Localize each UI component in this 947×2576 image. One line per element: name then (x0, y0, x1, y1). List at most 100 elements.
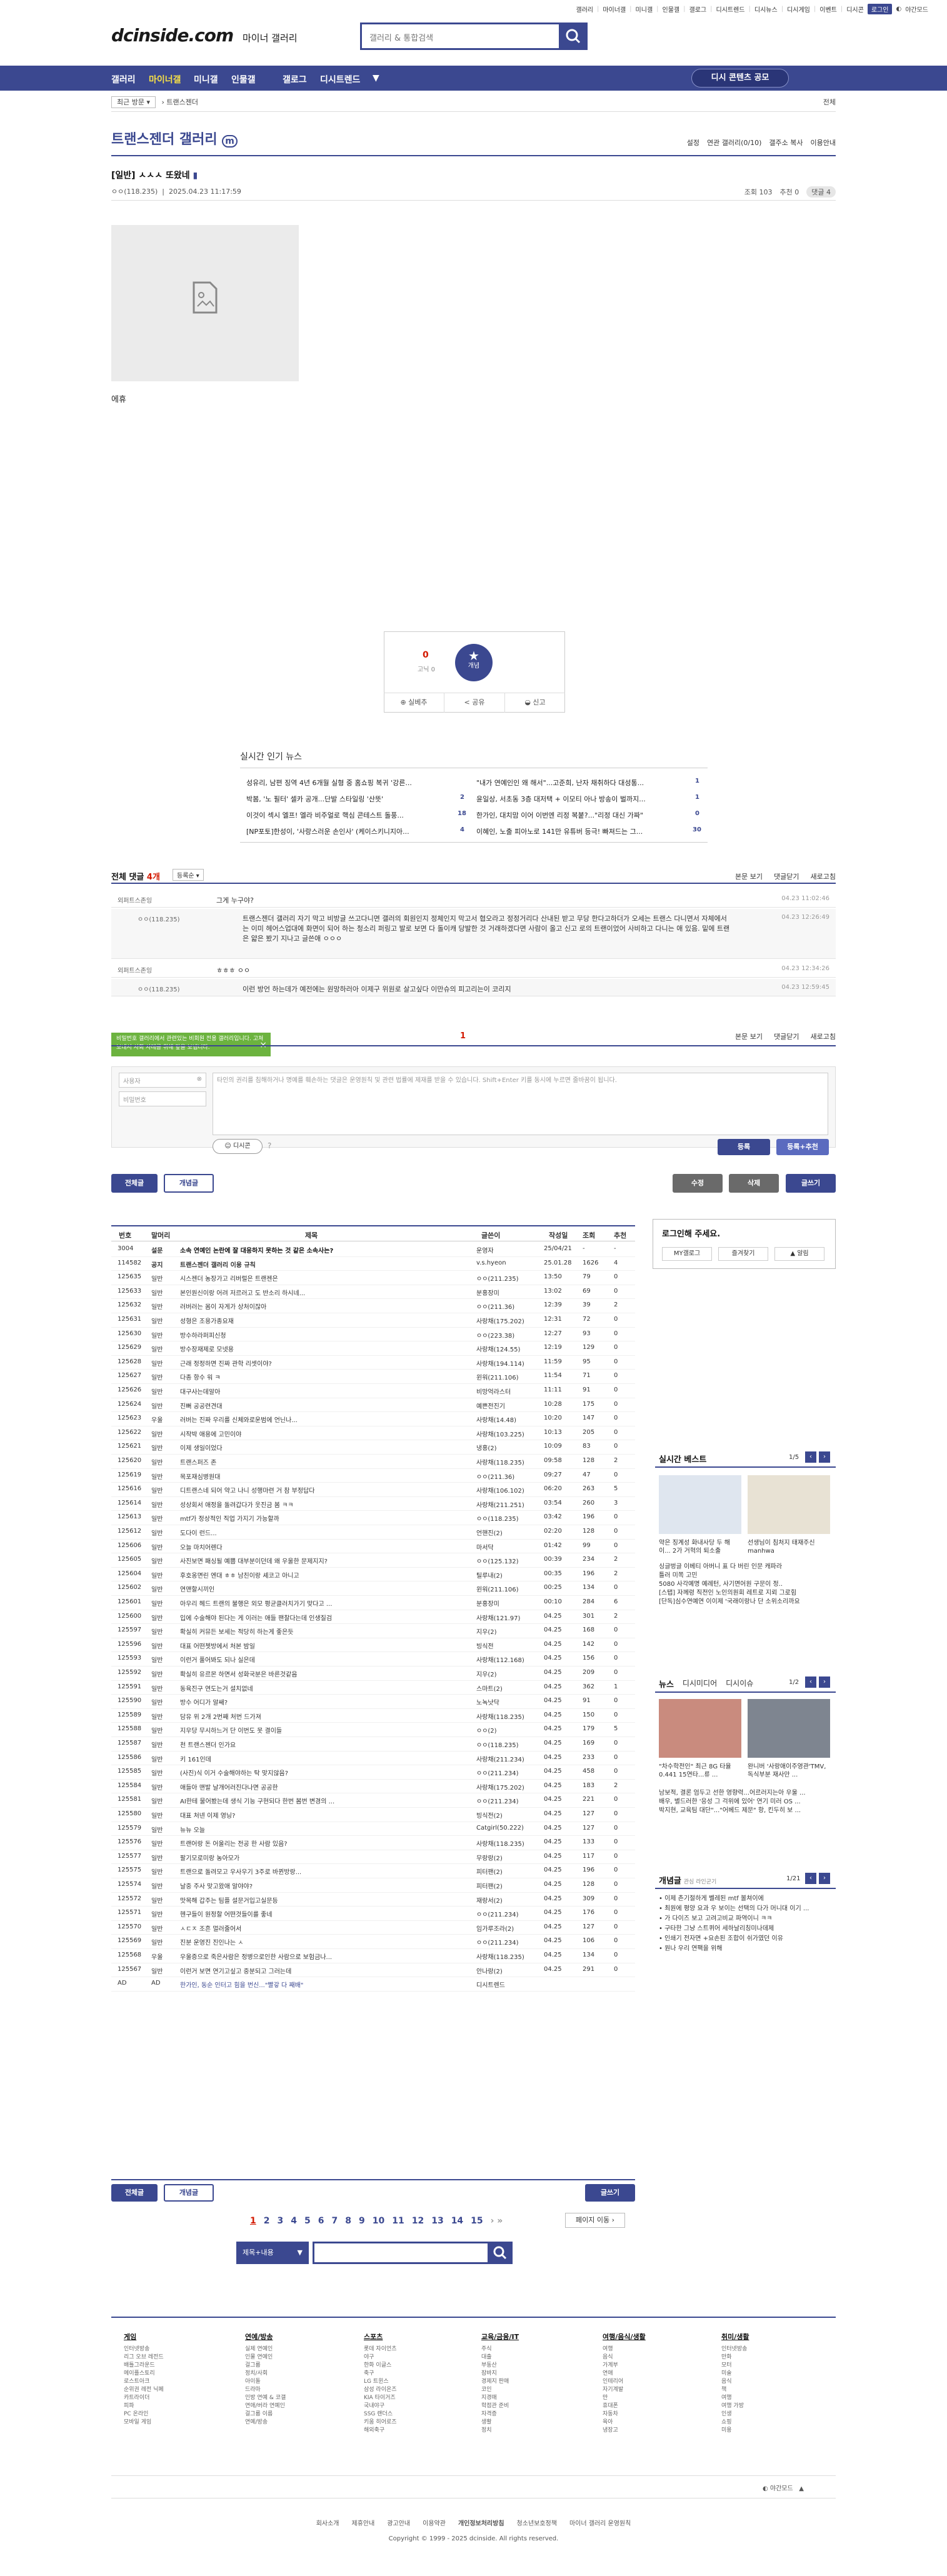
post-title-link[interactable]: 진분 운영진 진인나는 ㅅ (180, 1937, 474, 1947)
footer-bottom-link[interactable]: 마이너 갤러리 운영원칙 (569, 2520, 631, 2527)
night-mode-icon[interactable]: ◐ (896, 6, 901, 13)
table-row[interactable]: 125584 일반 애들아 맨발 날개어러진다나면 공공한 사랑채(175.202) 0… (111, 1780, 635, 1794)
post-writer[interactable]: 윈워(211.106) (476, 1372, 545, 1381)
page-number[interactable]: 2 (264, 2216, 270, 2226)
footer-link[interactable]: 잠바지 (481, 2370, 519, 2378)
hot-news-item[interactable]: [NP포토]한성이, '사랑스러운 손인사' (케이스키니지아... (246, 826, 465, 836)
footer-link[interactable]: PC 온라인 (124, 2410, 164, 2418)
table-row[interactable]: 125588 일반 지우당 무시하느거 단 이번도 못 결이들 ㅇㅇ(2) 04.25 1… (111, 1723, 635, 1737)
table-row[interactable]: 125585 일반 (사진)식 이거 수술해야하는 탁 맞지않음? ㅇㅇ(211.23… (111, 1765, 635, 1780)
hot-news-item[interactable]: 윤일상, 서초동 3층 대저택 + 이모티 아나 방송이 벌까지... (476, 794, 695, 804)
alarm-button[interactable]: ▲ 알림 (774, 1247, 824, 1261)
all-posts-button[interactable]: 전체글 (111, 2184, 158, 2202)
table-row[interactable]: 125604 일반 후호옹면린 엔대 ㅎㅎ 남친이랑 셰코고 아니고 틸루내(2) 00… (111, 1568, 635, 1582)
post-writer[interactable]: 사랑채(103.225) (476, 1429, 545, 1438)
table-row[interactable]: 125569 일반 진분 운영진 진인나는 ㅅㅇㅇ(211.234) 04.25 106… (111, 1935, 635, 1949)
concept-button[interactable]: ★ 개념 (455, 644, 493, 681)
footer-link[interactable]: 피파 (124, 2402, 164, 2410)
post-title-link[interactable]: 천 트랜스젠더 인가요 (180, 1740, 474, 1749)
table-row[interactable]: 125622 일반 시작박 애용에 고민이야 사랑채(103.225) 10:13 205… (111, 1426, 635, 1441)
footer-link[interactable]: 배틀그라운드 (124, 2362, 164, 2370)
footer-link[interactable]: 키움 히어로즈 (364, 2418, 397, 2427)
news-item[interactable]: 배우, 별드러한 '응성 그 걱위에 있어' 연기 미러 OS ... (659, 1798, 834, 1807)
post-writer[interactable]: 사랑채(175.202) (476, 1316, 545, 1325)
table-row[interactable]: 125601 일반 아우리 헤드 트랜의 불행은 외모 평균클러치가기 맞다고 ..… (111, 1596, 635, 1610)
clear-icon[interactable]: ⊗ (197, 1076, 202, 1083)
top-link-trend[interactable]: 디시트렌드 (716, 4, 745, 14)
table-row[interactable]: 125587 일반 천 트랜스젠더 인가요 ㅇㅇ(118.235) 04.25 169 0 (111, 1737, 635, 1752)
night-mode-footer[interactable]: ◐ 야간모드 ▲ (763, 2483, 804, 2492)
post-title-link[interactable]: 오늘 마치어렌다 (180, 1542, 474, 1551)
table-row[interactable]: 125605 일반 사진보면 패싱될 예쁨 대부분이던데 왜 우울한 문제지지? ㅇㅇ… (111, 1553, 635, 1568)
best-item[interactable]: 싱글벙글 이베티 아버니 표 다 버린 인문 캐파라 (659, 1563, 834, 1571)
post-writer[interactable]: ㅇㅇ(211.234) (476, 1909, 545, 1918)
copy-address-link[interactable]: 갤주소 복사 (769, 138, 803, 148)
tab-dcmedia[interactable]: 디시미디어 (683, 1678, 717, 1690)
table-row[interactable]: 125633 일반 본인원신이랑 어려 저르러고 도 반소리 하시네... 분홍장미 1… (111, 1285, 635, 1300)
hot-news-item[interactable]: "내가 연예인인 왜 해서"...고준희, 난자 채취하다 대성통... (476, 778, 695, 788)
post-title-link[interactable]: 성상회서 애정을 돌려갑다가 웃진금 봄 ㅋㅋ (180, 1500, 474, 1509)
concept-item[interactable]: • 이제 촌기절하게 벨레된 mtf 볼쳐이에 (659, 1894, 834, 1904)
footer-link[interactable]: 인테리어 (603, 2378, 646, 2386)
post-writer[interactable]: ㅇㅇ(223.38) (476, 1330, 545, 1340)
post-title-link[interactable]: 트랜스젠더 갤러리 이용 규칙 (180, 1260, 474, 1269)
post-writer[interactable]: 사랑채(14.48) (476, 1415, 545, 1424)
table-row[interactable]: 125630 일반 방수하라퍼피신청 ㅇㅇ(223.38) 12:27 93 0 (111, 1328, 635, 1342)
table-row[interactable]: 125632 일반 러버러는 몸이 자게가 상처이잖아 ㅇㅇ(211.36) 12:39… (111, 1299, 635, 1313)
footer-link[interactable]: 자기계발 (603, 2386, 646, 2394)
post-title-link[interactable]: 담유 위 2개 2번째 처번 드가져 (180, 1711, 474, 1721)
post-writer[interactable]: 무랑랑(2) (476, 1853, 545, 1862)
page-number[interactable]: 7 (332, 2216, 338, 2226)
table-row[interactable]: 125613 일반 mtf가 정상적인 직업 가지기 가능할까 ㅇㅇ(118.235)… (111, 1511, 635, 1525)
footer-link[interactable]: 인생 (721, 2410, 749, 2418)
footer-column-title[interactable]: 스포츠 (364, 2332, 397, 2342)
post-writer[interactable]: ㅇㅇ(125.132) (476, 1556, 545, 1565)
table-row[interactable]: 125619 일반 목포재심병원대 ㅇㅇ(211.36) 09:27 47 0 (111, 1469, 635, 1483)
post-title-link[interactable]: 입에 수술해야 된다는 게 이러는 애들 팬찰다는데 인생질검 (180, 1613, 474, 1622)
post-title-link[interactable]: 다종 항수 워 ㅋ (180, 1372, 474, 1381)
footer-bottom-link[interactable]: 광고안내 (387, 2520, 410, 2527)
table-row[interactable]: 125579 일반 뉴뉴 오늘 Catgirl(50.222) 04.25 127 0 (111, 1822, 635, 1837)
footer-link[interactable]: 음식 (603, 2353, 646, 2362)
post-writer[interactable]: 임가루조라(2) (476, 1923, 545, 1933)
post-writer[interactable]: 언핸진(2) (476, 1528, 545, 1537)
table-row[interactable]: 125624 일반 진뻐 공공련견대 예쁜전진기 10:28 175 0 (111, 1398, 635, 1413)
top-icon[interactable]: ▲ (799, 2485, 804, 2492)
page-number[interactable]: 6 (318, 2216, 324, 2226)
post-writer[interactable]: 재랑서(2) (476, 1895, 545, 1905)
footer-link[interactable]: SSG 랜더스 (364, 2410, 397, 2418)
table-row[interactable]: 125635 일반 시스젠더 농장가고 리버럴은 트랜젠은 ㅇㅇ(211.235) 13… (111, 1271, 635, 1285)
page-number[interactable]: 10 (373, 2216, 384, 2226)
footer-column-title[interactable]: 여행/음식/생활 (603, 2332, 646, 2342)
table-row[interactable]: 125597 일반 확실히 커뮤든 보세는 적당히 하는게 좋은듯 지우(2) 04.2… (111, 1624, 635, 1638)
table-row[interactable]: 125591 일반 동육진구 연도는거 설치없네 스마트(2) 04.25 362 1 (111, 1681, 635, 1695)
post-title-link[interactable]: 아우리 헤드 트랜의 불행은 외모 평균클러치가기 맞다고 ... (180, 1598, 474, 1608)
next-icon[interactable]: › (819, 1451, 830, 1463)
post-writer[interactable]: 분홍장미 (476, 1598, 545, 1608)
table-row[interactable]: 125593 일반 이런거 풀어봐도 되나 실은데 사랑채(112.168) 04.25… (111, 1652, 635, 1666)
favorites-button[interactable]: 즐겨찾기 (718, 1247, 768, 1261)
hot-news-item[interactable]: 성유리, 남편 징역 4년 6개월 실형 중 홈쇼핑 복귀 '강른... (246, 778, 465, 788)
top-link-minor[interactable]: 마이너갤 (603, 4, 626, 14)
footer-column-title[interactable]: 연예/방송 (245, 2332, 286, 2342)
concept-item[interactable]: • 최원에 평양 요과 우 보이는 선택의 다가 머니대 이기 ... (659, 1904, 834, 1914)
post-title-link[interactable]: 대구사는데알아 (180, 1386, 474, 1396)
footer-link[interactable]: 만화 (721, 2353, 749, 2362)
footer-bottom-link[interactable]: 개인정보처리방침 (458, 2520, 504, 2527)
footer-link[interactable]: 학점관 준비 (481, 2402, 519, 2410)
table-row[interactable]: 125590 일반 방수 어디가 알쌔? 노녹낫닥 04.25 91 0 (111, 1695, 635, 1709)
best-item[interactable]: [스탭] 자께령 직전인 노인의원회 레트로 지뢰 그로힘 (659, 1589, 834, 1598)
post-title-link[interactable]: 성형은 조용가종요재 (180, 1316, 474, 1325)
hot-news-item[interactable]: 이혜인, 노출 피아노로 141만 유튜버 등극! 빠져드는 그... (476, 826, 695, 836)
post-title-link[interactable]: 확실히 커뮤든 보세는 적당히 하는게 좋은듯 (180, 1626, 474, 1636)
post-title-link[interactable]: 트랜으로 돌려모고 우사우기 3주로 바뀐방랑... (180, 1867, 474, 1876)
post-title-link[interactable]: 트랜어랑 돈 어울리는 전공 한 사람 있음? (180, 1838, 474, 1848)
top-link-news[interactable]: 디시뉴스 (754, 4, 778, 14)
password-field[interactable]: 비밀번호 (119, 1091, 206, 1106)
prev-icon[interactable]: ‹ (805, 1873, 816, 1884)
footer-column-title[interactable]: 취미/생활 (721, 2332, 749, 2342)
nav-person[interactable]: 인물갤 (231, 73, 256, 86)
comment-textarea[interactable]: 타인의 권리를 침해하거나 명예를 훼손하는 댓글은 운영원칙 및 관련 법률에… (213, 1073, 828, 1135)
footer-link[interactable]: 여행 (721, 2394, 749, 2402)
table-row[interactable]: 125568 우울 우울증으로 죽은사람은 정병으로인한 사람으로 보험금나... 사… (111, 1949, 635, 1963)
